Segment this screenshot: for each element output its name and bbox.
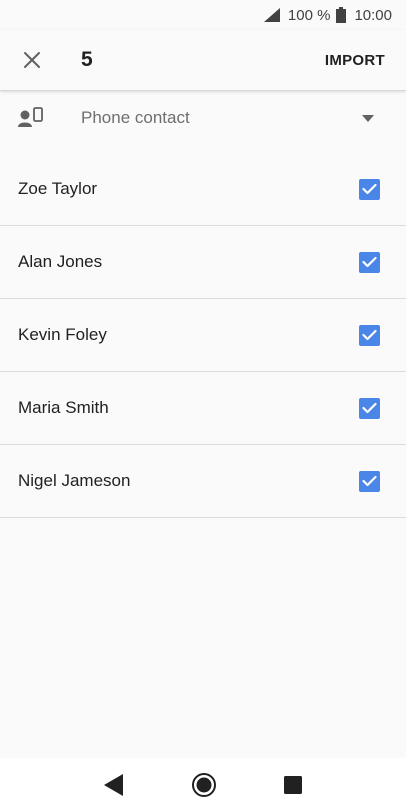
checkmark-icon — [362, 475, 377, 487]
checkmark-icon — [362, 329, 377, 341]
contact-name: Kevin Foley — [18, 325, 107, 344]
import-button[interactable]: IMPORT — [325, 52, 385, 69]
account-selector[interactable]: Phone contact — [0, 92, 406, 144]
checkmark-icon — [362, 256, 377, 268]
contact-name: Zoe Taylor — [18, 179, 98, 198]
contact-checkbox[interactable] — [359, 470, 380, 492]
contact-row[interactable]: Maria Smith — [0, 372, 406, 445]
clock: 10:00 — [354, 6, 392, 24]
recents-button[interactable] — [284, 776, 303, 794]
back-icon — [103, 774, 123, 796]
home-button[interactable] — [191, 772, 217, 798]
contact-checkbox[interactable] — [359, 251, 380, 273]
contact-name: Nigel Jameson — [18, 471, 131, 490]
navigation-bar — [0, 758, 406, 812]
app-bar: 5 IMPORT — [0, 30, 406, 91]
contact-row[interactable]: Zoe Taylor — [0, 153, 406, 226]
checkmark-icon — [362, 402, 377, 414]
contact-row[interactable]: Nigel Jameson — [0, 445, 406, 518]
back-button[interactable] — [103, 774, 124, 796]
contact-list: Zoe Taylor Alan Jones Kevin Foley Maria … — [0, 153, 406, 518]
contact-row[interactable]: Kevin Foley — [0, 299, 406, 372]
selected-count: 5 — [81, 48, 93, 71]
dropdown-arrow-icon — [362, 114, 374, 122]
contact-checkbox[interactable] — [359, 324, 380, 346]
recents-icon — [284, 776, 303, 794]
signal-icon — [263, 8, 280, 22]
checkmark-icon — [362, 183, 377, 195]
battery-icon — [336, 7, 347, 23]
account-label: Phone contact — [81, 108, 190, 127]
contact-name: Maria Smith — [18, 398, 109, 417]
contact-row[interactable]: Alan Jones — [0, 226, 406, 299]
contact-checkbox[interactable] — [359, 397, 380, 419]
battery-percent: 100 % — [287, 6, 331, 24]
close-icon — [24, 52, 40, 68]
close-button[interactable] — [19, 47, 45, 73]
home-icon — [191, 773, 216, 797]
contact-checkbox[interactable] — [359, 178, 380, 200]
contact-name: Alan Jones — [18, 252, 103, 271]
phone-contact-icon — [18, 107, 43, 127]
status-bar: 100 % 10:00 — [0, 0, 406, 30]
